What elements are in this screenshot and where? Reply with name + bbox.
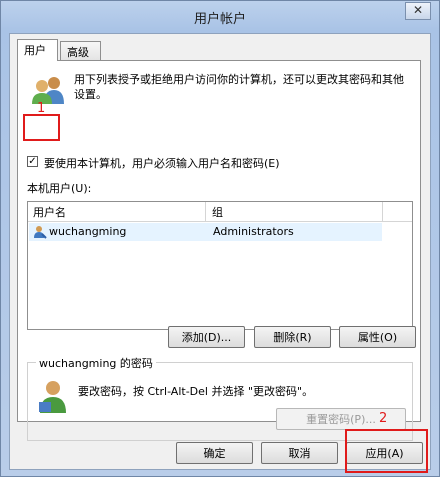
users-tab-panel: 用下列表授予或拒绝用户访问你的计算机，还可以更改其密码和其他设置。 ✓ 要使用本…	[17, 60, 421, 441]
add-user-button[interactable]: 添加(D)...	[168, 326, 245, 348]
user-accounts-window: 用户帐户 ✕ 用户 高级 用下列表授予或拒绝用户访问你的计算机，还可以更改其密码…	[0, 0, 440, 477]
cancel-button[interactable]: 取消	[261, 442, 338, 464]
annotation-box-checkbox	[23, 114, 60, 141]
user-group-cell: Administrators	[213, 225, 294, 238]
annotation-number-2: 2	[379, 411, 388, 426]
list-header: 用户名 组	[28, 202, 412, 222]
dialog-client-area: 用户 高级 用下列表授予或拒绝用户访问你的计算机，还可以更改其密码和其他设置。 …	[9, 33, 431, 470]
tab-users[interactable]: 用户	[17, 39, 58, 61]
require-login-checkbox[interactable]: ✓	[27, 156, 38, 167]
remove-user-button[interactable]: 删除(R)	[254, 326, 331, 348]
tab-advanced[interactable]: 高级	[60, 41, 101, 61]
user-password-icon	[39, 381, 66, 413]
require-login-label[interactable]: 要使用本计算机，用户必须输入用户名和密码(E)	[44, 155, 280, 171]
local-users-label: 本机用户(U):	[27, 182, 92, 195]
password-instructions: 要改密码，按 Ctrl-Alt-Del 并选择 "更改密码"。	[78, 385, 314, 398]
ok-button[interactable]: 确定	[176, 442, 253, 464]
annotation-box-apply	[345, 429, 428, 473]
user-icon	[34, 226, 47, 239]
column-header-group[interactable]: 组	[207, 202, 383, 221]
user-name-cell: wuchangming	[49, 225, 127, 238]
title-bar[interactable]: 用户帐户 ✕	[1, 1, 439, 31]
properties-button[interactable]: 属性(O)	[339, 326, 416, 348]
description-text: 用下列表授予或拒绝用户访问你的计算机，还可以更改其密码和其他设置。	[74, 73, 404, 101]
password-group-title: wuchangming 的密码	[36, 355, 156, 371]
close-button[interactable]: ✕	[405, 2, 431, 20]
column-header-username[interactable]: 用户名	[28, 202, 206, 221]
window-title: 用户帐户	[193, 12, 246, 27]
table-row[interactable]: wuchangming Administrators	[29, 223, 382, 241]
users-list[interactable]: 用户名 组 wuchangming Administrators	[27, 201, 413, 330]
